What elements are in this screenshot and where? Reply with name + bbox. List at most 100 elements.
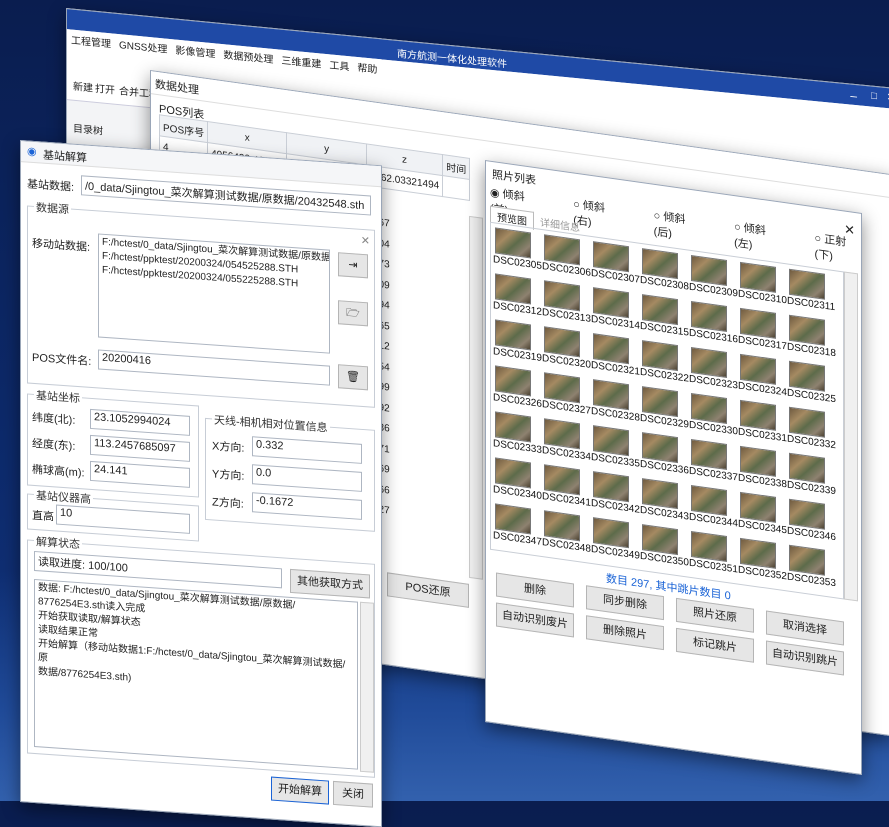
photo-thumbnail[interactable] [789, 314, 825, 346]
photo-label: DSC02352 [738, 564, 787, 583]
photo-label: DSC02349 [591, 543, 640, 562]
photo-thumbnail[interactable] [691, 346, 727, 379]
minimize-icon[interactable]: – [850, 89, 857, 104]
photo-thumbnail[interactable] [642, 340, 678, 372]
mobile-data-list[interactable]: F:/hctest/0_data/Sjingtou_菜次解算测试数据/原数据/8… [98, 233, 330, 354]
photo-thumbnail[interactable] [691, 484, 727, 517]
radio-down[interactable]: ○ 正射(下) [815, 229, 861, 268]
mark-skip-button[interactable]: 标记跳片 [676, 627, 754, 663]
photo-thumbnail[interactable] [691, 254, 727, 287]
tab-tools[interactable]: 工具 [329, 56, 349, 73]
close-icon[interactable]: ✕ [361, 234, 370, 248]
photo-thumbnail[interactable] [593, 379, 629, 411]
photo-thumbnail[interactable] [544, 510, 580, 542]
photo-thumbnail[interactable] [544, 326, 580, 358]
pos-restore-button[interactable]: POS还原 [387, 572, 469, 608]
add-mobile-icon[interactable]: ⇥ [338, 252, 368, 279]
photo-thumbnail[interactable] [495, 411, 531, 443]
photo-thumbnail[interactable] [642, 478, 678, 510]
photo-thumbnail[interactable] [789, 268, 825, 300]
start-solve-button[interactable]: 开始解算 [271, 776, 329, 805]
pos-scrollbar[interactable] [469, 215, 483, 580]
photo-thumbnail[interactable] [495, 319, 531, 351]
photo-thumbnail[interactable] [593, 517, 629, 549]
photo-thumbnail[interactable] [691, 530, 727, 563]
auto-detect-bad-button[interactable]: 自动识别废片 [496, 602, 574, 638]
height-field[interactable]: 24.141 [90, 460, 190, 488]
tab-gnss[interactable]: GNSS处理 [119, 36, 167, 56]
ribbon-open[interactable]: 打开 [95, 80, 115, 97]
photo-thumbnail[interactable] [691, 300, 727, 333]
folder-icon[interactable]: 🗁 [338, 300, 368, 327]
photo-label: DSC02327 [542, 399, 591, 417]
x-field[interactable]: 0.332 [252, 436, 362, 464]
photo-thumbnail[interactable] [740, 399, 776, 431]
photo-thumbnail[interactable] [495, 273, 531, 305]
delete-button[interactable]: 删除 [496, 572, 574, 608]
photo-thumbnail[interactable] [544, 234, 580, 266]
status-group: 解算状态 读取进度: 100/100 其他获取方式 数据: F:/hctest/… [27, 532, 375, 778]
photo-thumbnail[interactable] [789, 544, 825, 576]
photo-thumbnail[interactable] [495, 503, 531, 535]
photo-thumbnail[interactable] [642, 248, 678, 280]
lon-field[interactable]: 113.2457685097 [90, 434, 190, 462]
log-scrollbar[interactable] [360, 601, 374, 773]
pos-file-field[interactable]: 20200416 [98, 349, 330, 386]
photo-thumbnail[interactable] [740, 445, 776, 477]
photo-thumbnail[interactable] [593, 425, 629, 457]
trash-icon[interactable]: 🗑 [338, 364, 368, 391]
radio-left[interactable]: ○ 倾斜(左) [734, 218, 780, 257]
photo-thumbnail[interactable] [593, 241, 629, 273]
photo-thumbnail[interactable] [642, 386, 678, 418]
photo-label: DSC02333 [493, 438, 542, 456]
photo-thumbnail[interactable] [642, 294, 678, 326]
photo-restore-button[interactable]: 照片还原 [676, 597, 754, 633]
photo-label: DSC02329 [640, 412, 689, 431]
photo-thumbnail[interactable] [740, 491, 776, 523]
photo-thumbnail[interactable] [544, 372, 580, 404]
tab-image[interactable]: 影像管理 [175, 42, 215, 61]
photo-thumbnail[interactable] [544, 464, 580, 496]
y-field[interactable]: 0.0 [252, 464, 362, 492]
photo-thumbnail[interactable] [740, 537, 776, 569]
photo-thumbnail[interactable] [593, 333, 629, 365]
instr-field[interactable]: 10 [56, 504, 190, 534]
photo-thumbnail[interactable] [544, 418, 580, 450]
photo-thumbnail[interactable] [789, 360, 825, 392]
radio-back[interactable]: ○ 倾斜(后) [654, 207, 700, 246]
photo-thumbnail[interactable] [691, 438, 727, 471]
z-field[interactable]: -0.1672 [252, 492, 362, 520]
ribbon-new[interactable]: 新建 [73, 78, 93, 95]
photo-thumbnail[interactable] [642, 524, 678, 556]
photo-thumbnail[interactable] [495, 227, 531, 259]
delete-photo-button[interactable]: 删除照片 [586, 615, 664, 651]
photo-thumbnail[interactable] [495, 457, 531, 489]
photo-thumbnail[interactable] [740, 307, 776, 339]
cancel-select-button[interactable]: 取消选择 [766, 610, 844, 646]
close-button[interactable]: 关闭 [333, 780, 373, 808]
auto-detect-skip-button[interactable]: 自动识别跳片 [766, 640, 844, 676]
photo-thumbnail[interactable] [642, 432, 678, 464]
photo-thumbnail[interactable] [593, 287, 629, 319]
tab-preprocess[interactable]: 数据预处理 [223, 46, 273, 66]
photo-thumbnail[interactable] [495, 365, 531, 397]
tab-3d[interactable]: 三维重建 [281, 52, 321, 71]
photo-thumbnail[interactable] [789, 452, 825, 484]
photo-thumbnail[interactable] [789, 498, 825, 530]
photo-scrollbar[interactable] [844, 271, 858, 602]
other-method-button[interactable]: 其他获取方式 [290, 568, 370, 599]
photo-thumbnail[interactable] [593, 471, 629, 503]
photo-thumbnail[interactable] [544, 280, 580, 312]
radio-back-label: 倾斜(后) [653, 211, 686, 241]
photo-thumbnail[interactable] [789, 406, 825, 438]
maximize-icon[interactable]: □ [871, 91, 877, 103]
source-group-title: 数据源 [34, 198, 71, 218]
photo-label: DSC02334 [542, 445, 591, 463]
photo-thumbnail[interactable] [740, 261, 776, 293]
tab-help[interactable]: 帮助 [357, 59, 377, 76]
tab-project[interactable]: 工程管理 [71, 31, 111, 50]
photo-thumbnail[interactable] [740, 353, 776, 385]
photo-thumbnail[interactable] [691, 392, 727, 425]
lat-field[interactable]: 23.1052994024 [90, 408, 190, 436]
log-area[interactable]: 数据: F:/hctest/0_data/Sjingtou_菜次解算测试数据/原… [34, 578, 358, 770]
